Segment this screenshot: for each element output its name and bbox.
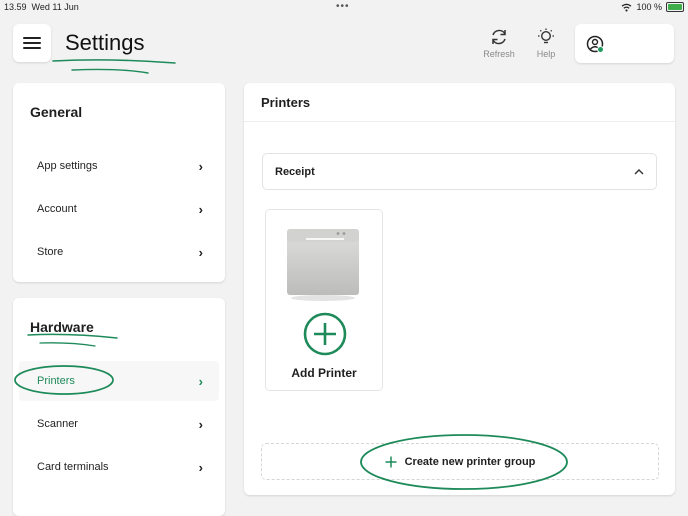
plus-circle-icon bbox=[303, 312, 347, 356]
chevron-right-icon: › bbox=[198, 244, 203, 260]
chevron-right-icon: › bbox=[198, 373, 203, 389]
add-printer-label: Add Printer bbox=[291, 366, 357, 380]
add-printer-tile[interactable]: Add Printer bbox=[265, 209, 383, 391]
status-time: 13.59 Wed 11 Jun bbox=[4, 2, 79, 12]
create-group-circle-annotation bbox=[360, 434, 568, 490]
profile-button[interactable] bbox=[575, 24, 674, 63]
printer-group-name: Receipt bbox=[275, 165, 315, 178]
user-avatar-icon bbox=[586, 35, 604, 53]
sidebar-item-card-terminals[interactable]: Card terminals › bbox=[19, 447, 219, 487]
refresh-icon bbox=[492, 29, 506, 45]
battery-percentage: 100 % bbox=[636, 2, 662, 12]
sidebar-item-scanner[interactable]: Scanner › bbox=[19, 404, 219, 444]
hamburger-icon bbox=[23, 37, 41, 49]
sidebar-item-label: Card terminals bbox=[37, 461, 109, 473]
divider bbox=[244, 121, 675, 122]
wifi-icon bbox=[622, 3, 632, 12]
page-title: Settings bbox=[65, 30, 145, 55]
title-underline-annotation bbox=[52, 59, 176, 74]
refresh-label: Refresh bbox=[483, 49, 515, 59]
refresh-button[interactable]: Refresh bbox=[477, 28, 521, 59]
chevron-right-icon: › bbox=[198, 201, 203, 217]
status-indicators: 100 % bbox=[621, 2, 684, 12]
chevron-right-icon: › bbox=[198, 416, 203, 432]
sidebar-item-label: App settings bbox=[37, 160, 98, 172]
help-button[interactable]: Help bbox=[524, 28, 568, 59]
battery-icon bbox=[666, 2, 684, 12]
general-title: General bbox=[30, 104, 83, 120]
help-label: Help bbox=[536, 49, 556, 59]
hardware-underline-annotation bbox=[27, 333, 118, 347]
general-card: General App settings › Account › Store › bbox=[13, 83, 225, 282]
chevron-right-icon: › bbox=[198, 158, 203, 174]
sidebar-item-label: Store bbox=[37, 246, 64, 258]
chevron-up-icon bbox=[634, 168, 644, 174]
lightbulb-icon bbox=[538, 28, 554, 44]
printer-icon bbox=[287, 229, 359, 301]
menu-button[interactable] bbox=[13, 24, 51, 62]
printers-title: Printers bbox=[261, 95, 311, 110]
printers-circle-annotation bbox=[14, 365, 114, 395]
sidebar-item-account[interactable]: Account › bbox=[19, 189, 219, 229]
printer-group-receipt-header[interactable]: Receipt bbox=[262, 153, 657, 190]
sidebar-item-store[interactable]: Store › bbox=[19, 232, 219, 272]
sidebar-item-app-settings[interactable]: App settings › bbox=[19, 146, 219, 186]
sidebar-item-label: Scanner bbox=[37, 418, 78, 430]
status-date: Wed 11 Jun bbox=[31, 2, 79, 12]
multitasking-dots-icon[interactable]: ••• bbox=[336, 1, 350, 12]
chevron-right-icon: › bbox=[198, 459, 203, 475]
sidebar-item-label: Account bbox=[37, 203, 77, 215]
